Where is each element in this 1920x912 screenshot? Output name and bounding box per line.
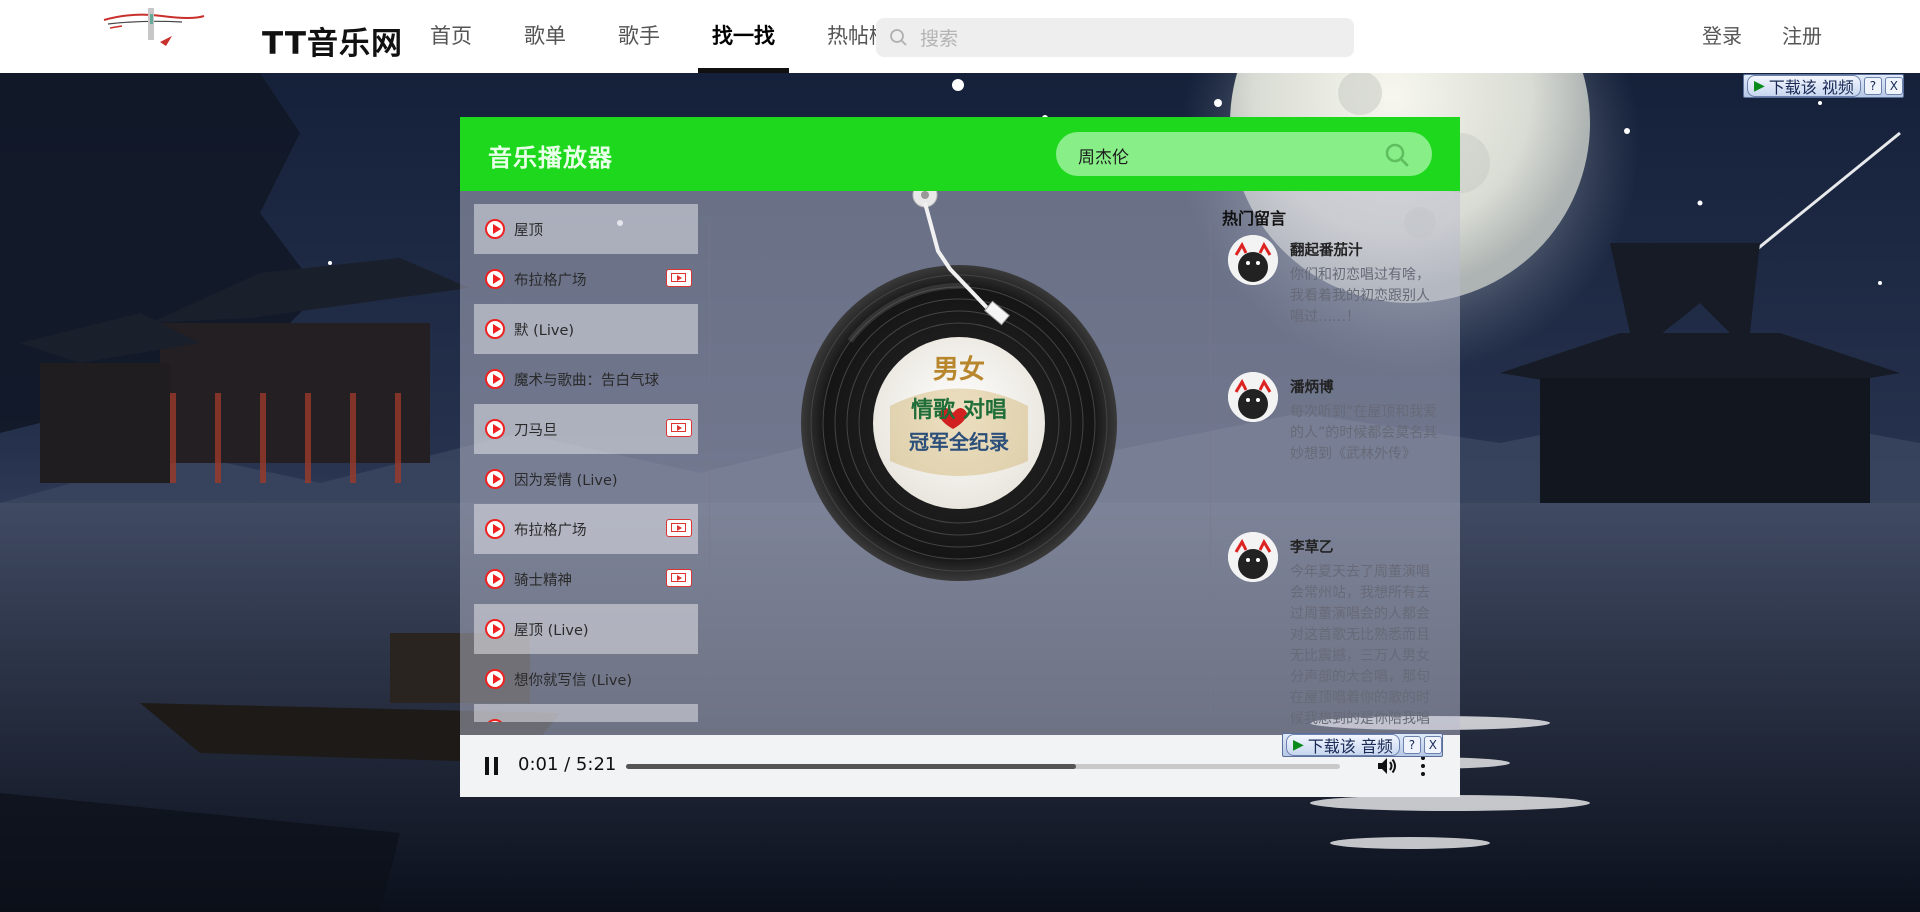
play-circle-icon[interactable] [485,719,505,722]
play-triangle-icon: ▶ [1754,78,1765,94]
more-vert-icon[interactable] [1420,754,1426,778]
song-item[interactable]: 魔术与歌曲：告白气球 [474,354,698,404]
download-audio-button[interactable]: ▶ 下载该 音频 [1286,734,1400,756]
download-audio-label: 下载该 音频 [1307,737,1393,756]
progress-bar[interactable] [626,764,1340,769]
download-audio-badge: ▶ 下载该 音频 ? X [1282,733,1443,757]
download-video-button[interactable]: ▶ 下载该 视频 [1747,75,1861,97]
song-title: 屋顶 (Live) [514,622,589,639]
avatar[interactable] [1228,532,1278,582]
play-circle-icon[interactable] [485,669,505,689]
play-circle-icon[interactable] [485,219,505,239]
song-item[interactable]: 因为爱情 (Live) [474,454,698,504]
mv-icon[interactable] [666,419,692,437]
play-triangle-icon: ▶ [1293,737,1304,753]
volume-icon[interactable] [1376,755,1398,777]
comment-text: 每次听到“在屋顶和我爱的人”的时候都会莫名其妙想到《武林外传》 [1290,404,1438,462]
site-brand[interactable]: TT音乐网 [262,18,403,63]
search-icon[interactable] [1384,142,1410,168]
player-search-input[interactable] [1076,132,1380,178]
song-item[interactable]: 布拉格广场 [474,504,698,554]
song-title: 骑士精神 [514,572,572,589]
player-search-box [1056,132,1432,178]
nav-playlists[interactable]: 歌单 [510,0,580,73]
play-circle-icon[interactable] [485,569,505,589]
play-circle-icon[interactable] [485,419,505,439]
play-circle-icon[interactable] [485,519,505,539]
comments-title: 热门留言 [1222,209,1287,228]
top-navigation-bar: TT音乐网 首页 歌单 歌手 找一找 热帖榜 登录 注册 [0,0,1920,73]
song-title: 屋顶 [514,222,543,239]
mv-icon[interactable] [666,569,692,587]
nav-home[interactable]: 首页 [416,0,486,73]
download-video-badge: ▶ 下载该 视频 ? X [1743,74,1904,98]
progress-fill [626,764,1076,769]
song-item[interactable]: 布拉格广场 [474,254,698,304]
song-item[interactable]: 想你就写信 (Live) [474,654,698,704]
site-search-box [876,18,1354,59]
song-item[interactable]: 刀马旦 [474,404,698,454]
comment-user[interactable]: 潘炳博 [1290,376,1334,397]
divider [1210,221,1211,711]
player-header: 音乐播放器 [460,117,1460,191]
song-title: 布拉格广场 [514,272,587,289]
play-circle-icon[interactable] [485,269,505,289]
song-title: 刀马旦 [514,422,558,439]
comment-text: 你们和初恋唱过有啥，我看着我的初恋跟别人唱过……！ [1290,267,1430,325]
mv-icon[interactable] [666,269,692,287]
download-help-button[interactable]: ? [1402,736,1421,754]
download-help-button[interactable]: ? [1863,77,1882,95]
download-video-label: 下载该 视频 [1768,78,1854,97]
download-close-button[interactable]: X [1884,77,1903,95]
player-body: 屋顶 布拉格广场 默 (Live) 魔术与歌曲：告白气球 刀马旦 因为爱情 (L… [460,191,1460,735]
mv-icon[interactable] [666,519,692,537]
vinyl-record: 男女 情歌 对唱 冠军全纪录 [801,191,1117,581]
play-circle-icon[interactable] [485,469,505,489]
music-player: 音乐播放器 屋顶 布拉格广场 默 (Live) [460,117,1460,797]
song-title: 魔术与歌曲：告白气球 [514,372,659,389]
album-art-top-text: 男女 [933,354,985,385]
pause-icon[interactable] [484,757,500,775]
song-title: 默 (Live) [514,322,575,339]
song-title: 布拉格广场 [514,522,587,539]
song-item[interactable]: 默 (Live) [474,304,698,354]
time-display: 0:01 / 5:21 [518,754,617,775]
comment-user[interactable]: 翻起番茄汁 [1290,239,1363,260]
song-title: 想你就写信 (Live) [514,672,633,689]
logo-icon[interactable] [102,6,206,52]
login-link[interactable]: 登录 [1702,0,1742,73]
song-title: 因为爱情 (Live) [514,472,618,489]
search-icon [890,29,907,46]
play-circle-icon[interactable] [485,619,505,639]
album-art-middle-text: 情歌 对唱 [911,397,1007,423]
download-close-button[interactable]: X [1423,736,1442,754]
register-link[interactable]: 注册 [1782,0,1822,73]
hot-comments: 热门留言 翻起番茄汁 你们和初恋唱过有啥，我看着我的初恋跟别人唱过……！ 潘炳博… [1222,191,1460,735]
play-circle-icon[interactable] [485,369,505,389]
album-art-bottom-text: 冠军全纪录 [909,430,1009,454]
song-item[interactable] [474,704,698,722]
song-item[interactable]: 骑士精神 [474,554,698,604]
comment-text: 今年夏天去了周董演唱会常州站，我想所有去过周董演唱会的人都会对这首歌无比熟悉而且… [1290,564,1430,727]
player-title: 音乐播放器 [488,144,613,172]
avatar[interactable] [1228,372,1278,422]
site-search-input[interactable] [918,18,1342,59]
nav-find[interactable]: 找一找 [698,0,789,73]
nav-singers[interactable]: 歌手 [604,0,674,73]
song-item[interactable]: 屋顶 [474,204,698,254]
song-item[interactable]: 屋顶 (Live) [474,604,698,654]
main-nav: 首页 歌单 歌手 找一找 热帖榜 [416,0,928,73]
comment-user[interactable]: 李草乙 [1290,536,1334,557]
play-circle-icon[interactable] [485,319,505,339]
avatar[interactable] [1228,235,1278,285]
song-list[interactable]: 屋顶 布拉格广场 默 (Live) 魔术与歌曲：告白气球 刀马旦 因为爱情 (L… [474,204,698,722]
